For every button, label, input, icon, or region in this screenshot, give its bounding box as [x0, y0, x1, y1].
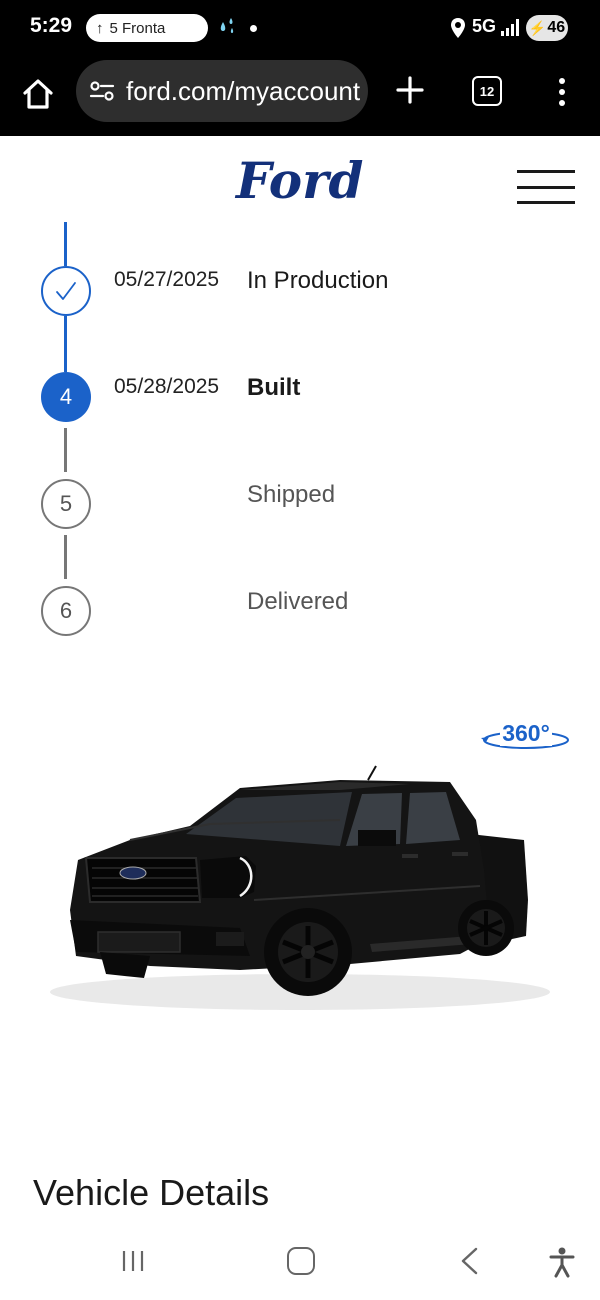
checkmark-icon: [56, 282, 76, 300]
home-button[interactable]: [18, 74, 58, 114]
view-360-button[interactable]: 360°: [480, 716, 572, 758]
navigation-pill[interactable]: ↑ 5 Fronta: [86, 14, 208, 42]
browser-toolbar: ford.com/myaccount 12: [0, 56, 600, 136]
recent-apps-icon[interactable]: [120, 1248, 146, 1274]
timeline-connector: [64, 535, 67, 579]
navigation-pill-text: 5 Fronta: [109, 19, 166, 37]
ford-logo[interactable]: Ford: [232, 150, 366, 212]
signal-icon: [501, 19, 519, 36]
network-type: 5G: [472, 16, 497, 36]
new-tab-button[interactable]: [388, 68, 432, 112]
back-icon[interactable]: [458, 1246, 480, 1276]
timeline-connector: [64, 316, 67, 372]
step-number: 4: [59, 384, 73, 409]
pickup-truck-image: [50, 765, 550, 1010]
step-label-in-production: In Production: [247, 267, 389, 294]
charging-bolt-icon: ⚡: [528, 19, 547, 36]
address-bar[interactable]: ford.com/myaccount: [76, 60, 368, 122]
step-number: 6: [59, 598, 73, 623]
step-date: 05/27/2025: [114, 268, 220, 291]
timeline-connector: [64, 222, 67, 266]
svg-text:Ford: Ford: [234, 151, 363, 210]
vehicle-details-heading: Vehicle Details: [33, 1172, 270, 1213]
menu-dot: [559, 89, 565, 95]
location-icon: [451, 18, 465, 38]
plus-icon: [396, 76, 424, 104]
water-drops-icon: [220, 18, 234, 33]
site-settings-icon[interactable]: [88, 77, 116, 105]
step-label-delivered: Delivered: [247, 588, 349, 615]
android-navigation-bar: [0, 1230, 600, 1300]
status-bar: 5:29 ↑ 5 Fronta 5G ⚡ 46: [0, 0, 600, 56]
step-active-marker: 4: [41, 372, 91, 422]
view-360-label: 360°: [502, 720, 550, 746]
home-icon: [23, 79, 53, 109]
menu-dot: [559, 78, 565, 84]
timeline-connector: [64, 428, 67, 472]
step-number: 5: [59, 491, 73, 516]
browser-menu-button[interactable]: [550, 72, 574, 112]
hamburger-menu-button[interactable]: [517, 170, 575, 204]
battery-indicator: ⚡ 46: [526, 15, 568, 41]
hamburger-line: [517, 170, 575, 173]
status-time: 5:29: [30, 14, 73, 37]
menu-dot: [559, 100, 565, 106]
step-date: 05/28/2025: [114, 375, 220, 398]
tab-switcher-button[interactable]: 12: [472, 76, 502, 106]
url-text: ford.com/myaccount: [126, 75, 361, 106]
accessibility-icon[interactable]: [549, 1246, 575, 1278]
hamburger-line: [517, 201, 575, 204]
step-pending-marker: 5: [41, 479, 91, 529]
step-label-shipped: Shipped: [247, 481, 336, 508]
arrow-up-icon: ↑: [96, 19, 104, 37]
step-complete-marker: [41, 266, 91, 316]
notification-dot-icon: [250, 25, 257, 32]
tab-count: 12: [479, 83, 495, 99]
step-pending-marker: 6: [41, 586, 91, 636]
step-label-built: Built: [247, 374, 301, 401]
home-nav-icon[interactable]: [287, 1247, 315, 1275]
hamburger-line: [517, 185, 575, 189]
battery-level: 46: [547, 19, 566, 36]
